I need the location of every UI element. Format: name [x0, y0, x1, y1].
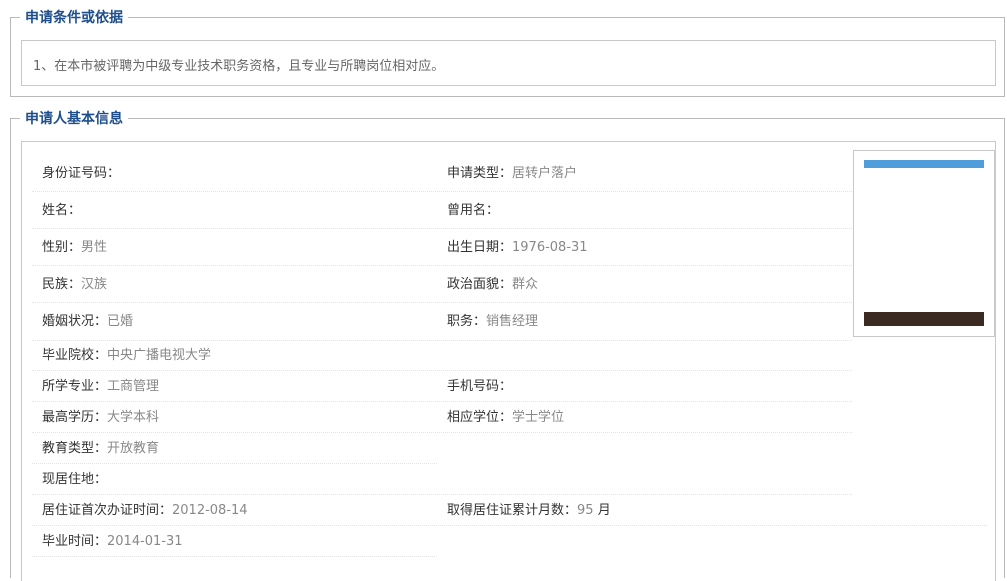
school-field: 毕业院校：中央广播电视大学 [42, 341, 211, 371]
degree-value: 学士学位 [512, 410, 565, 425]
info-row: 所学专业：工商管理 手机号码： [32, 371, 852, 402]
birth-date-field: 出生日期：1976-08-31 [447, 229, 588, 266]
edu-type-field: 教育类型：开放教育 [42, 433, 159, 464]
ethnicity-field: 民族：汉族 [42, 266, 107, 303]
id-number-field: 身份证号码： [42, 155, 120, 192]
info-row: 毕业时间：2014-01-31 [32, 526, 437, 557]
basic-info-legend: 申请人基本信息 [20, 110, 128, 128]
position-field: 职务：销售经理 [447, 303, 538, 341]
permit-first-date-label: 居住证首次办证时间： [42, 503, 173, 518]
major-label: 所学专业： [42, 379, 108, 394]
degree-label: 相应学位： [447, 410, 513, 425]
info-row: 毕业院校：中央广播电视大学 [32, 341, 852, 371]
marital-status-value: 已婚 [107, 314, 134, 329]
graduation-date-value: 2014-01-31 [107, 534, 183, 549]
permit-first-date-field: 居住证首次办证时间：2012-08-14 [42, 495, 248, 526]
info-row: 姓名： 曾用名： [32, 192, 852, 229]
photo-top-bar [864, 160, 984, 168]
education-label: 最高学历： [42, 410, 108, 425]
mobile-field: 手机号码： [447, 371, 512, 402]
conditions-legend: 申请条件或依据 [20, 9, 128, 27]
apply-type-value: 居转户落户 [512, 166, 578, 181]
permit-months-unit: 月 [593, 503, 611, 518]
graduation-date-field: 毕业时间：2014-01-31 [42, 526, 183, 557]
position-value: 销售经理 [486, 314, 539, 329]
info-row: 最高学历：大学本科 相应学位：学士学位 [32, 402, 852, 433]
marital-status-field: 婚姻状况：已婚 [42, 303, 133, 341]
political-status-value: 群众 [512, 277, 539, 292]
mobile-label: 手机号码： [447, 379, 513, 394]
applicant-photo-frame [853, 150, 995, 337]
basic-info-section: 申请人基本信息 身份证号码： 申请类型：居转户落户 姓名： 曾用名： 性别：男性 [10, 110, 1005, 581]
address-label: 现居住地： [42, 472, 108, 487]
education-field: 最高学历：大学本科 [42, 402, 159, 433]
conditions-text: 1、在本市被评聘为中级专业技术职务资格，且专业与所聘岗位相对应。 [33, 59, 445, 74]
info-row: 教育类型：开放教育 [32, 433, 437, 464]
permit-months-value: 95 [577, 503, 594, 518]
info-row: 婚姻状况：已婚 职务：销售经理 [32, 303, 852, 341]
name-field: 姓名： [42, 192, 81, 229]
birth-date-value: 1976-08-31 [512, 240, 588, 255]
major-value: 工商管理 [107, 379, 160, 394]
gender-label: 性别： [42, 240, 82, 255]
permit-first-date-value: 2012-08-14 [172, 503, 248, 518]
political-status-field: 政治面貌：群众 [447, 266, 538, 303]
photo-bottom-bar [864, 312, 984, 326]
former-name-field: 曾用名： [447, 192, 499, 229]
former-name-label: 曾用名： [447, 203, 500, 218]
apply-type-label: 申请类型： [447, 166, 513, 181]
ethnicity-value: 汉族 [81, 277, 108, 292]
info-row: 民族：汉族 政治面貌：群众 [32, 266, 852, 303]
id-number-label: 身份证号码： [42, 166, 121, 181]
name-label: 姓名： [42, 203, 82, 218]
birth-date-label: 出生日期： [447, 240, 513, 255]
marital-status-label: 婚姻状况： [42, 314, 108, 329]
major-field: 所学专业：工商管理 [42, 371, 159, 402]
edu-type-label: 教育类型： [42, 441, 108, 456]
gender-value: 男性 [81, 240, 108, 255]
conditions-box: 1、在本市被评聘为中级专业技术职务资格，且专业与所聘岗位相对应。 [21, 40, 996, 86]
school-label: 毕业院校： [42, 348, 108, 363]
graduation-date-label: 毕业时间： [42, 534, 108, 549]
info-row: 现居住地： [32, 464, 852, 495]
apply-type-field: 申请类型：居转户落户 [447, 155, 577, 192]
info-row: 居住证首次办证时间：2012-08-14 取得居住证累计月数：95 月 [32, 495, 987, 526]
edu-type-value: 开放教育 [107, 441, 160, 456]
education-value: 大学本科 [107, 410, 160, 425]
position-label: 职务： [447, 314, 487, 329]
info-row: 身份证号码： 申请类型：居转户落户 [32, 155, 852, 192]
permit-months-label: 取得居住证累计月数： [447, 503, 578, 518]
degree-field: 相应学位：学士学位 [447, 402, 564, 433]
gender-field: 性别：男性 [42, 229, 107, 266]
conditions-section: 申请条件或依据 1、在本市被评聘为中级专业技术职务资格，且专业与所聘岗位相对应。 [10, 9, 1005, 97]
basic-info-box: 身份证号码： 申请类型：居转户落户 姓名： 曾用名： 性别：男性 出生日期：19… [21, 141, 996, 581]
school-value: 中央广播电视大学 [107, 348, 212, 363]
permit-months-field: 取得居住证累计月数：95 月 [447, 495, 611, 526]
address-field: 现居住地： [42, 464, 107, 495]
ethnicity-label: 民族： [42, 277, 82, 292]
info-row: 性别：男性 出生日期：1976-08-31 [32, 229, 852, 266]
applicant-photo [864, 160, 984, 326]
political-status-label: 政治面貌： [447, 277, 513, 292]
